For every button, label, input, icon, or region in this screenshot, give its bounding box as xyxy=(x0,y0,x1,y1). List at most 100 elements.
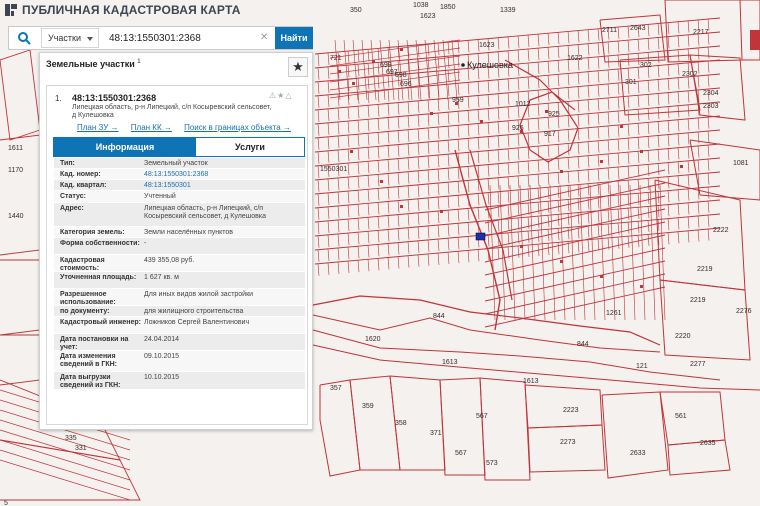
parcel-label: 357 xyxy=(330,385,342,392)
building-mark xyxy=(338,70,341,73)
attribute-value: для жилищного строительства xyxy=(144,308,244,315)
parcel-fill xyxy=(750,30,760,50)
building-mark xyxy=(372,60,375,63)
result-address: Липецкая область, р-н Липецкий, с/п Косы… xyxy=(72,104,272,119)
search-type-label: Участки xyxy=(48,33,81,43)
parcel-label: 2222 xyxy=(713,227,729,234)
app-title: ПУБЛИЧНАЯ КАДАСТРОВАЯ КАРТА xyxy=(22,3,241,17)
parcel-label: 350 xyxy=(350,7,362,14)
parcel-label: 1620 xyxy=(365,336,381,343)
building-mark xyxy=(620,125,623,128)
attribute-value: Учтенный xyxy=(144,193,176,200)
result-index: 1. xyxy=(55,94,62,103)
search-input[interactable] xyxy=(103,28,275,48)
parcel-label: 2277 xyxy=(690,361,706,368)
plan-zu-link[interactable]: План ЗУ → xyxy=(77,123,119,132)
search-in-bounds-link[interactable]: Поиск в границах объекта → xyxy=(184,123,291,132)
building-mark xyxy=(380,180,383,183)
parcel-label: 1622 xyxy=(567,55,583,62)
attribute-value: Земельный участок xyxy=(144,160,208,167)
parcel-label: 1613 xyxy=(442,359,458,366)
clear-icon[interactable]: ✕ xyxy=(260,32,268,43)
attribute-row: Форма собственности: - xyxy=(54,238,305,255)
app-header: ПУБЛИЧНАЯ КАДАСТРОВАЯ КАРТА xyxy=(0,0,300,22)
parcel-label: 2273 xyxy=(560,439,576,446)
parcel-label: 2219 xyxy=(690,297,706,304)
parcel-label: 371 xyxy=(430,430,442,437)
parcel-label: 567 xyxy=(455,450,467,457)
parcel-label: 1613 xyxy=(523,378,539,385)
attribute-row: Уточненная площадь: 1 627 кв. м xyxy=(54,272,305,289)
parcel-label: 1261 xyxy=(606,310,622,317)
parcel-label: 2643 xyxy=(630,25,646,32)
building-mark xyxy=(560,170,563,173)
parcel-label: 5 xyxy=(4,500,8,506)
parcel-label: 697 xyxy=(386,69,398,76)
result-count: 1 xyxy=(137,59,141,65)
parcel-label: 335 xyxy=(65,435,77,442)
attribute-key: Кад. квартал: xyxy=(60,182,107,189)
parcel-label: 2223 xyxy=(563,407,579,414)
parcel-label: 1170 xyxy=(8,167,23,174)
building-mark xyxy=(400,205,403,208)
parcel-label: 1850 xyxy=(440,4,456,11)
result-cad-number[interactable]: 48:13:1550301:2368 xyxy=(72,93,156,103)
attribute-row: Тип: Земельный участок xyxy=(54,158,305,169)
parcel-label: 1081 xyxy=(733,160,749,167)
building-mark xyxy=(430,112,433,115)
parcel-label: 844 xyxy=(433,313,445,320)
place-marker xyxy=(461,63,465,67)
parcel-label: 301 xyxy=(625,79,637,86)
parcel-label: 844 xyxy=(577,341,589,348)
search-type-select[interactable]: Участки xyxy=(41,28,99,48)
building-mark xyxy=(440,210,443,213)
favorite-star-button[interactable]: ★ xyxy=(288,57,308,77)
parcel-label: 2303 xyxy=(703,103,719,110)
building-mark xyxy=(600,160,603,163)
parcel-label: 1611 xyxy=(8,145,23,152)
attribute-value: - xyxy=(144,240,147,247)
attribute-key: Дата постановки на учет: xyxy=(60,336,129,351)
attribute-row: Кадастровая стоимость: 439 355,08 руб. xyxy=(54,255,305,272)
building-mark xyxy=(640,150,643,153)
building-mark xyxy=(560,260,563,263)
attribute-key: Адрес: xyxy=(60,205,84,212)
attribute-key: Форма собственности: xyxy=(60,240,140,247)
tab-information[interactable]: Информация xyxy=(54,138,196,156)
chevron-down-icon xyxy=(87,37,93,41)
search-icon[interactable] xyxy=(9,27,39,49)
attribute-key: по документу: xyxy=(60,308,110,315)
attribute-key: Разрешенное использование: xyxy=(60,291,116,306)
parcel-label: 2220 xyxy=(675,333,691,340)
parcel-label: 1339 xyxy=(500,7,516,14)
attribute-key: Кадастровая стоимость: xyxy=(60,257,105,272)
parcel-label: 959 xyxy=(452,97,464,104)
attribute-row: Разрешенное использование: Для иных видов… xyxy=(54,289,305,306)
parcel-label: 2633 xyxy=(630,450,646,457)
attribute-key: Тип: xyxy=(60,160,75,167)
attribute-row: Кадастровый инженер: Ложников Сергей Вале… xyxy=(54,317,305,334)
attribute-value[interactable]: 48:13:1550301:2368 xyxy=(144,171,304,179)
attribute-value: Земли населённых пунктов xyxy=(144,229,234,236)
parcel-label: 2302 xyxy=(682,71,698,78)
search-bar: Участки ✕ Найти xyxy=(8,26,313,50)
attribute-row: Дата изменения сведений в ГКН: 09.10.2015 xyxy=(54,351,305,372)
attribute-row: Категория земель: Земли населённых пункто… xyxy=(54,227,305,238)
find-button[interactable]: Найти xyxy=(275,27,313,49)
parcel-label: 1623 xyxy=(420,13,436,20)
attribute-value: Ложников Сергей Валентинович xyxy=(144,319,250,326)
attribute-value[interactable]: 48:13:1550301 xyxy=(144,182,304,190)
tab-services[interactable]: Услуги xyxy=(196,138,304,156)
attribute-table: Тип: Земельный участок Кад. номер: 48:13:15… xyxy=(54,158,305,390)
results-panel: Земельные участки 1 ★ 1. 48:13:1550301:2… xyxy=(39,52,313,430)
plan-kk-link[interactable]: План КК → xyxy=(131,123,172,132)
attribute-row: Дата постановки на учет: 24.04.2014 xyxy=(54,334,305,351)
parcel-label: 359 xyxy=(362,403,374,410)
attribute-value: 439 355,08 руб. xyxy=(144,257,195,264)
parcel-label: 925 xyxy=(548,111,560,118)
card-action-icons[interactable]: ⚠★△ xyxy=(269,91,293,100)
attribute-key: Дата выгрузки сведений из ГКН: xyxy=(60,374,121,389)
parcel-label: 561 xyxy=(675,413,687,420)
attribute-row: Адрес: Липецкая область, р-н Липецкий, с/… xyxy=(54,203,305,227)
attribute-key: Уточненная площадь: xyxy=(60,274,137,281)
